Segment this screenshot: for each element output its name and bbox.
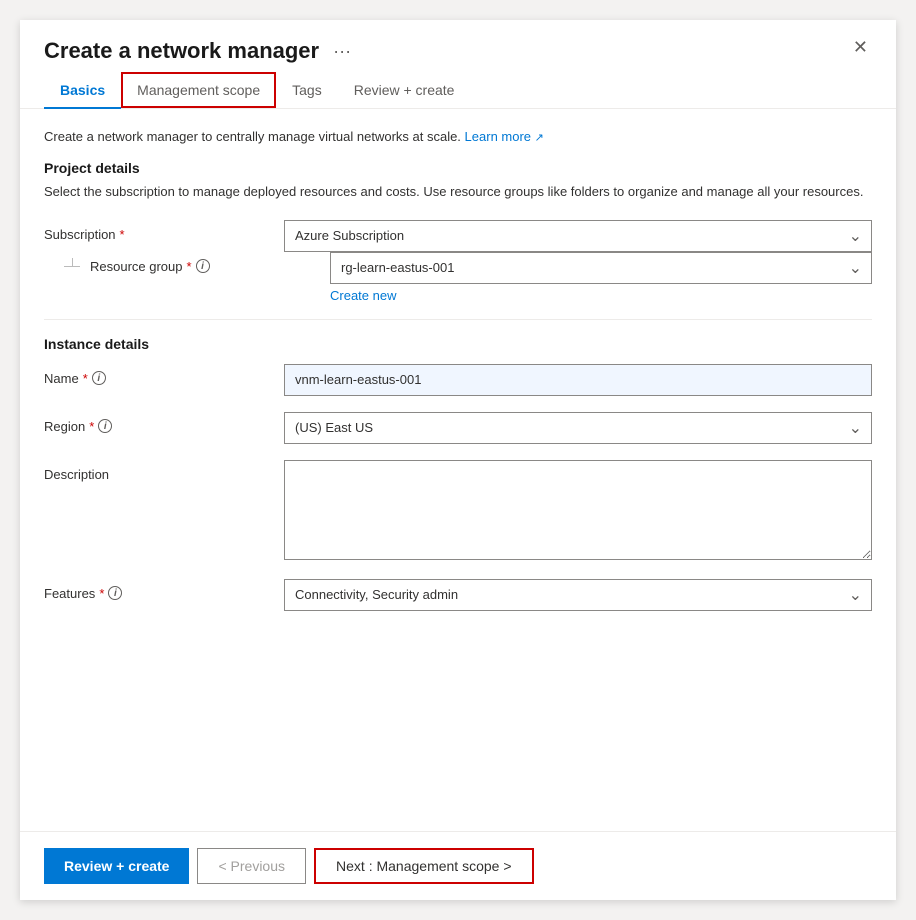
description-label: Description: [44, 460, 284, 482]
resource-group-group: Resource group * i rg-learn-eastus-001 C…: [44, 252, 872, 303]
tab-management-scope[interactable]: Management scope: [121, 72, 276, 108]
name-group: Name * i: [44, 364, 872, 396]
ellipsis-menu[interactable]: ···: [329, 41, 355, 62]
subscription-field: Azure Subscription: [284, 220, 872, 252]
subscription-select[interactable]: Azure Subscription: [284, 220, 872, 252]
create-panel: Create a network manager ··· ✕ Basics Ma…: [20, 20, 896, 900]
region-label: Region * i: [44, 412, 284, 434]
instance-section-title: Instance details: [44, 336, 872, 352]
name-required: *: [83, 371, 88, 386]
review-create-button[interactable]: Review + create: [44, 848, 189, 884]
next-button[interactable]: Next : Management scope >: [314, 848, 534, 884]
tab-bar: Basics Management scope Tags Review + cr…: [20, 72, 896, 109]
region-field: (US) East US: [284, 412, 872, 444]
description-textarea[interactable]: [284, 460, 872, 560]
resource-group-select[interactable]: rg-learn-eastus-001: [330, 252, 872, 284]
resource-group-select-wrapper: rg-learn-eastus-001: [330, 252, 872, 284]
features-required: *: [99, 586, 104, 601]
subscription-required: *: [120, 227, 125, 242]
close-button[interactable]: ✕: [849, 38, 872, 56]
resource-group-info-icon: i: [196, 259, 210, 273]
region-info-icon: i: [98, 419, 112, 433]
name-info-icon: i: [92, 371, 106, 385]
panel-title: Create a network manager: [44, 38, 319, 64]
region-select-wrapper: (US) East US: [284, 412, 872, 444]
previous-button[interactable]: < Previous: [197, 848, 306, 884]
tab-review-create[interactable]: Review + create: [338, 72, 471, 108]
project-section-desc: Select the subscription to manage deploy…: [44, 182, 872, 202]
features-field: Connectivity, Security admin: [284, 579, 872, 611]
name-label: Name * i: [44, 364, 284, 386]
description-group: Description: [44, 460, 872, 563]
learn-more-link[interactable]: Learn more ↗: [465, 129, 544, 144]
external-link-icon: ↗: [535, 132, 544, 144]
divider: [44, 319, 872, 320]
features-select[interactable]: Connectivity, Security admin: [284, 579, 872, 611]
features-info-icon: i: [108, 586, 122, 600]
info-text: Create a network manager to centrally ma…: [44, 129, 872, 144]
resource-group-field: rg-learn-eastus-001 Create new: [330, 252, 872, 303]
subscription-label: Subscription *: [44, 220, 284, 242]
region-group: Region * i (US) East US: [44, 412, 872, 444]
footer: Review + create < Previous Next : Manage…: [20, 831, 896, 900]
project-section-title: Project details: [44, 160, 872, 176]
tab-tags[interactable]: Tags: [276, 72, 338, 108]
features-select-wrapper: Connectivity, Security admin: [284, 579, 872, 611]
subscription-select-wrapper: Azure Subscription: [284, 220, 872, 252]
name-input[interactable]: [284, 364, 872, 396]
tab-basics[interactable]: Basics: [44, 72, 121, 108]
description-field: [284, 460, 872, 563]
region-select[interactable]: (US) East US: [284, 412, 872, 444]
resource-group-required: *: [187, 259, 192, 274]
subscription-group: Subscription * Azure Subscription: [44, 220, 872, 252]
features-group: Features * i Connectivity, Security admi…: [44, 579, 872, 611]
panel-header: Create a network manager ··· ✕: [20, 20, 896, 64]
features-label: Features * i: [44, 579, 284, 601]
region-required: *: [89, 419, 94, 434]
content-area: Create a network manager to centrally ma…: [20, 109, 896, 831]
resource-group-label: Resource group * i: [90, 252, 330, 274]
name-field: [284, 364, 872, 396]
title-area: Create a network manager ···: [44, 38, 355, 64]
create-new-link[interactable]: Create new: [330, 288, 872, 303]
